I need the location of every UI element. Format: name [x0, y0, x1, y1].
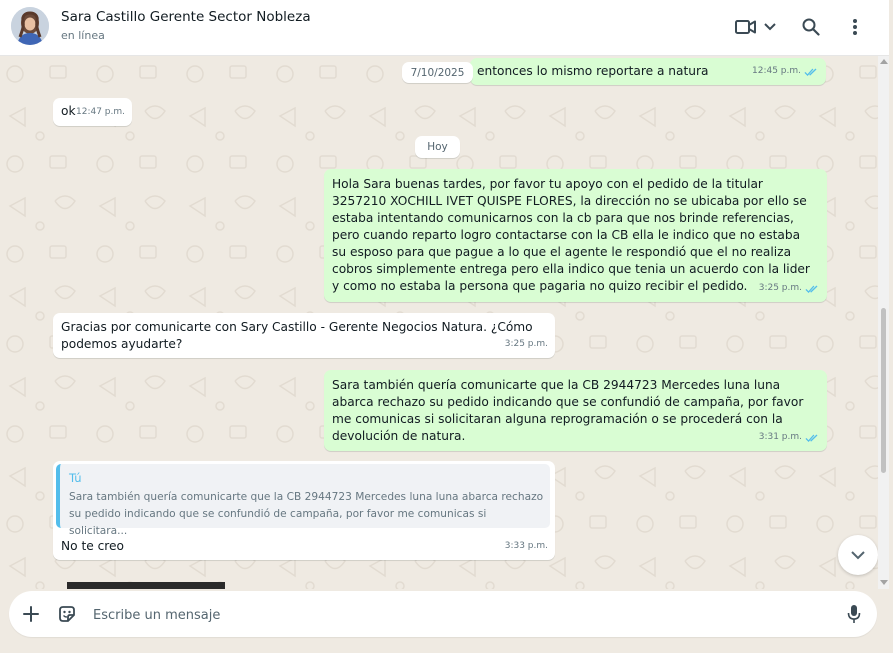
image-message-preview[interactable] — [67, 582, 225, 589]
quoted-message-author: Tú — [69, 471, 82, 485]
scroll-up-arrow[interactable] — [880, 59, 888, 64]
message-meta: 12:45 p.m. — [752, 63, 819, 80]
message-text: Sara también quería comunicarte que la C… — [332, 378, 804, 443]
message-time: 3:25 p.m. — [758, 283, 802, 293]
message-composer-bar — [0, 589, 889, 653]
message-incoming[interactable]: ok 12:47 p.m. — [53, 98, 132, 126]
scrollbar-thumb[interactable] — [881, 308, 886, 473]
menu-button[interactable] — [846, 14, 864, 40]
message-incoming-reply[interactable]: Tú Sara también quería comunicarte que l… — [53, 461, 555, 560]
message-time: 3:31 p.m. — [758, 432, 802, 442]
scroll-to-bottom-button[interactable] — [838, 535, 878, 575]
video-camera-icon — [735, 20, 756, 34]
message-input[interactable] — [91, 602, 815, 628]
scroll-down-arrow[interactable] — [880, 580, 888, 585]
message-text: entonces lo mismo reportare a natura — [477, 64, 709, 78]
message-time: 3:25 p.m. — [504, 339, 548, 349]
message-meta: 3:31 p.m. — [759, 429, 820, 446]
contact-avatar[interactable] — [11, 7, 49, 45]
message-text: No te creo — [61, 539, 124, 553]
message-meta: 3:25 p.m. — [759, 280, 820, 297]
chevron-down-icon — [851, 551, 865, 560]
video-call-button[interactable] — [734, 14, 778, 40]
message-outgoing[interactable]: Hola Sara buenas tardes, por favor tu ap… — [324, 169, 827, 302]
contact-name[interactable]: Sara Castillo Gerente Sector Nobleza — [61, 9, 311, 25]
quoted-message[interactable]: Tú Sara también quería comunicarte que l… — [56, 464, 550, 537]
chevron-down-icon — [764, 23, 776, 31]
whatsapp-chat-window: Sara Castillo Gerente Sector Nobleza en … — [0, 0, 893, 653]
message-outgoing[interactable]: Sara también quería comunicarte que la C… — [324, 370, 827, 451]
date-separator: Hoy — [415, 136, 460, 158]
more-vertical-icon — [853, 19, 857, 35]
search-icon — [802, 18, 820, 36]
read-ticks-icon — [805, 434, 818, 442]
quoted-message-text: Sara también quería comunicarte que la C… — [69, 491, 544, 537]
sticker-button[interactable] — [55, 602, 79, 626]
message-text: Hola Sara buenas tardes, por favor tu ap… — [332, 177, 810, 293]
message-meta: 3:33 p.m. — [505, 538, 548, 555]
plus-icon — [23, 606, 39, 622]
chat-scrollbar[interactable] — [878, 56, 889, 589]
message-text: Gracias por comunicarte con Sary Castill… — [61, 320, 533, 351]
message-outgoing[interactable]: entonces lo mismo reportare a natura 12:… — [470, 58, 826, 85]
message-time: 3:33 p.m. — [504, 541, 548, 551]
chat-header: Sara Castillo Gerente Sector Nobleza en … — [0, 0, 889, 56]
message-meta: 3:25 p.m. — [505, 336, 548, 353]
message-meta: 12:47 p.m. — [76, 104, 125, 121]
message-text: ok — [61, 104, 76, 118]
search-button[interactable] — [800, 14, 822, 40]
message-time: 12:45 p.m. — [752, 66, 801, 76]
voice-message-button[interactable] — [842, 602, 866, 626]
microphone-icon — [847, 605, 861, 623]
message-time: 12:47 p.m. — [76, 107, 125, 117]
read-ticks-icon — [804, 68, 817, 76]
attach-button[interactable] — [19, 602, 43, 626]
floating-date-text: 7/10/2025 — [410, 66, 465, 79]
message-list[interactable]: entonces lo mismo reportare a natura 12:… — [0, 56, 878, 589]
read-ticks-icon — [805, 285, 818, 293]
date-separator-text: Hoy — [427, 141, 448, 153]
floating-date-badge: 7/10/2025 — [402, 62, 473, 83]
message-composer — [9, 591, 877, 637]
contact-status: en línea — [61, 29, 105, 42]
sticker-icon — [59, 606, 75, 622]
message-incoming[interactable]: Gracias por comunicarte con Sary Castill… — [53, 313, 555, 358]
